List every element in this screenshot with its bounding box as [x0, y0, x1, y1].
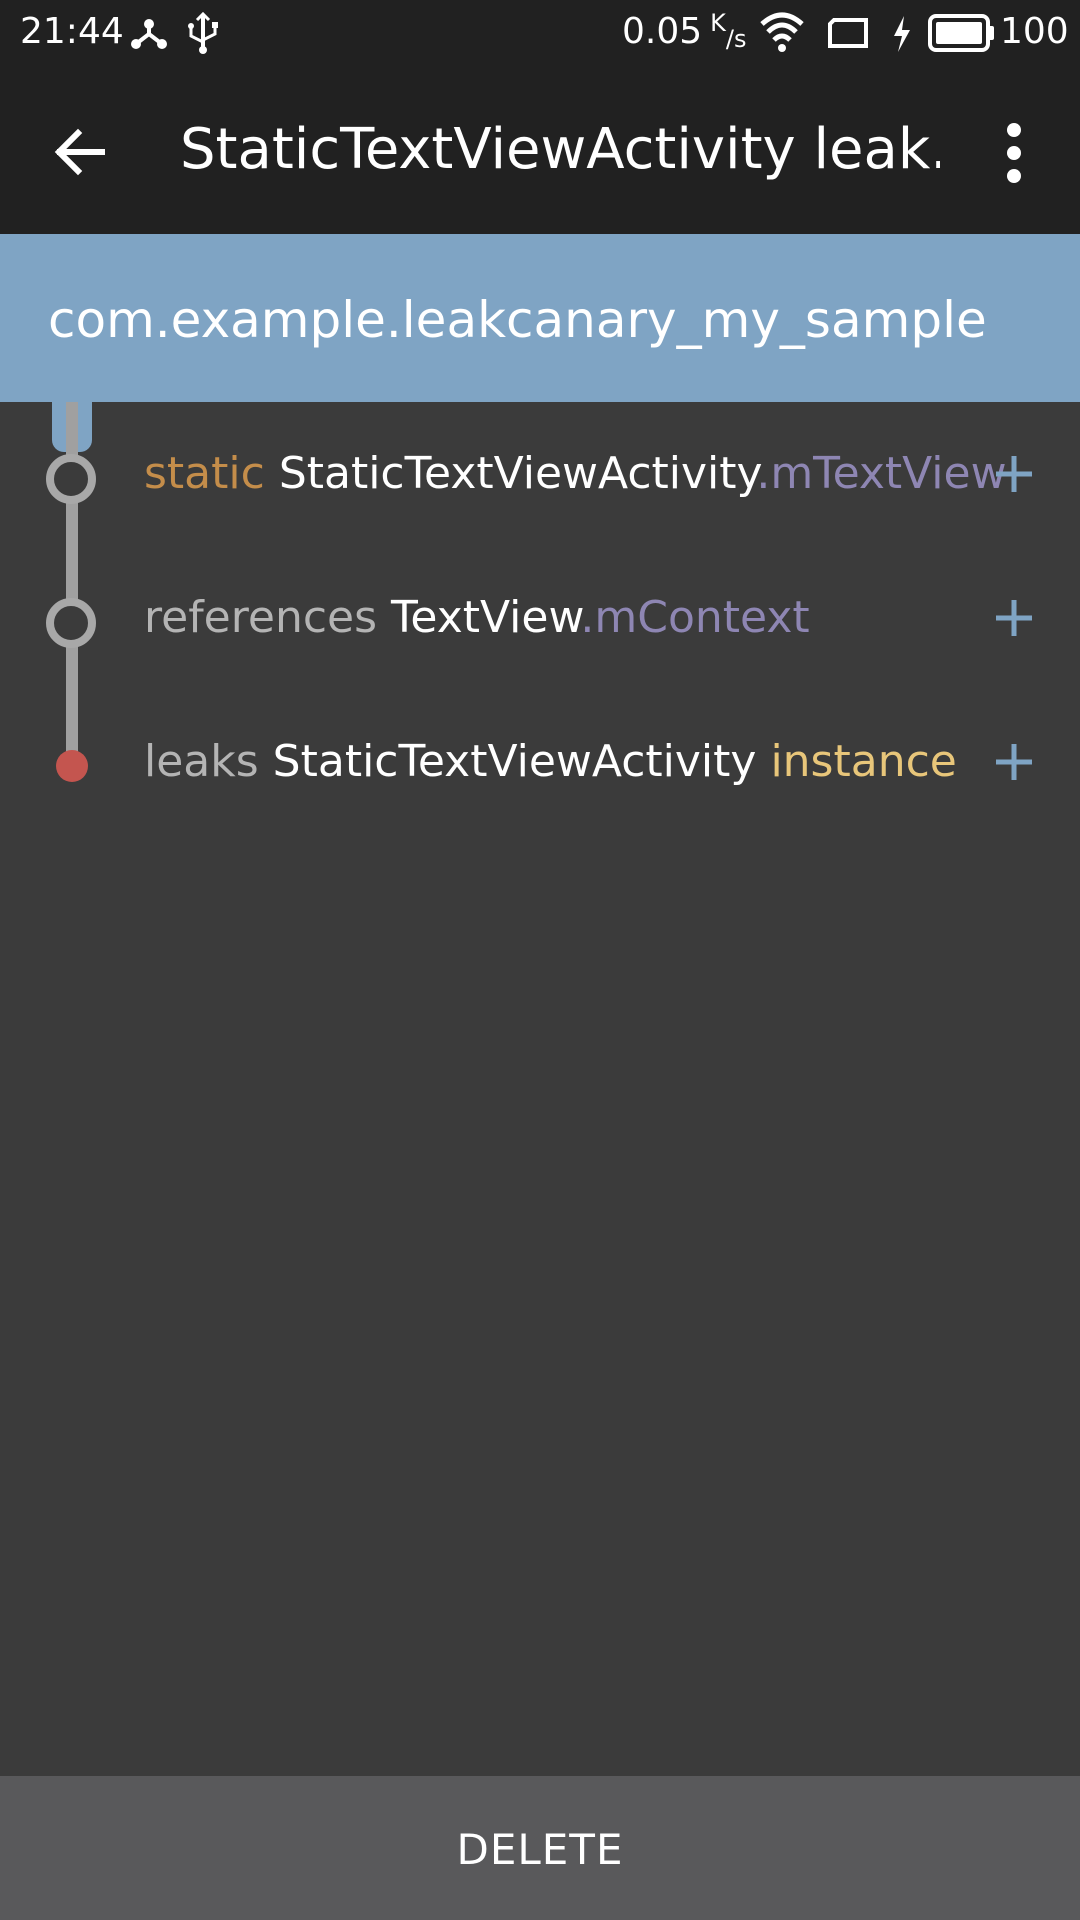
leak-detail-screen: 21:44 0.05 K/s 100 StaticTextViewActivit…	[0, 0, 1080, 1920]
package-name: com.example.leakcanary_my_sample	[48, 291, 987, 349]
trace-suffix: mTextView	[770, 448, 1007, 499]
status-bar: 21:44 0.05 K/s 100	[0, 0, 1080, 66]
delete-button-label: DELETE	[456, 1825, 624, 1874]
package-header: com.example.leakcanary_my_sample	[0, 234, 1080, 402]
trace-class: TextView	[391, 592, 581, 643]
leak-node-icon	[56, 750, 88, 782]
timeline-node-icon	[46, 598, 96, 648]
expand-plus-icon[interactable]	[994, 454, 1034, 494]
trace-prefix: leaks	[144, 736, 259, 787]
expand-plus-icon[interactable]	[994, 598, 1034, 638]
delete-button[interactable]: DELETE	[0, 1776, 1080, 1920]
trace-item-leak[interactable]: leaks StaticTextViewActivity instance	[0, 692, 1080, 836]
trace-class: StaticTextViewActivity	[278, 448, 757, 499]
network-speed-unit-bottom: /s	[725, 25, 747, 53]
network-speed: 0.05 K/s	[622, 9, 747, 57]
trace-item-text: references TextView.mContext	[144, 586, 810, 650]
usb-icon	[188, 12, 218, 54]
battery-level: 100	[1000, 11, 1069, 52]
trace-prefix: static	[144, 448, 265, 499]
page-title: StaticTextViewActivity leak..	[180, 117, 940, 182]
network-speed-unit-top: K	[710, 9, 726, 37]
expand-plus-icon[interactable]	[994, 742, 1034, 782]
battery-icon	[928, 14, 994, 52]
screen-icon	[828, 18, 868, 48]
status-time: 21:44	[20, 11, 124, 52]
trace-item-text: static StaticTextViewActivity.mTextView	[144, 442, 1007, 506]
network-speed-value: 0.05	[622, 11, 703, 52]
share-icon	[131, 19, 167, 49]
trace-item-text: leaks StaticTextViewActivity instance	[144, 730, 957, 794]
trace-suffix: mContext	[594, 592, 810, 643]
timeline-node-icon	[46, 454, 96, 504]
trace-suffix: instance	[770, 736, 957, 787]
trace-item-static-field[interactable]: static StaticTextViewActivity.mTextView	[0, 404, 1080, 548]
overflow-menu-icon[interactable]	[996, 120, 1032, 186]
trace-separator: .	[756, 448, 771, 499]
trace-class: StaticTextViewActivity	[272, 736, 757, 787]
trace-separator: .	[580, 592, 595, 643]
wifi-icon	[760, 12, 804, 52]
back-arrow-icon[interactable]	[50, 122, 110, 182]
app-bar: StaticTextViewActivity leak..	[0, 66, 1080, 234]
trace-item-reference[interactable]: references TextView.mContext	[0, 548, 1080, 692]
trace-prefix: references	[144, 592, 378, 643]
charging-icon	[894, 16, 910, 52]
